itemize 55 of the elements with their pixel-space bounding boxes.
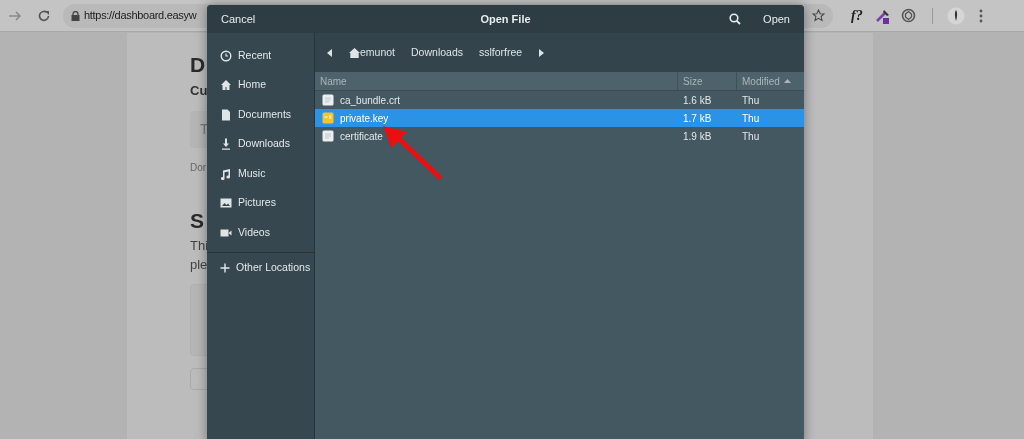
sidebar-item[interactable]: Downloads — [207, 129, 314, 159]
file-modified: Thu — [742, 129, 760, 144]
extension-text[interactable]: f? — [851, 5, 863, 26]
reload-icon[interactable] — [37, 8, 51, 23]
path-button[interactable]: emunot — [349, 44, 396, 61]
sidebar-item[interactable]: Videos — [207, 218, 314, 248]
right-arrow-icon[interactable] — [539, 48, 545, 57]
text-file-icon — [322, 94, 334, 106]
plus-icon — [220, 262, 230, 273]
sidebar-item[interactable]: Pictures — [207, 188, 314, 218]
picture-icon — [220, 197, 232, 210]
open-button[interactable]: Open — [763, 10, 790, 28]
file-row[interactable]: certificate 1.9 kB Thu — [315, 127, 804, 145]
sidebar-item[interactable]: Other Locations — [207, 252, 314, 283]
sidebar-item[interactable]: Recent — [207, 41, 314, 71]
sidebar-item[interactable]: Documents — [207, 100, 314, 130]
page-subheading: Cu — [190, 82, 208, 100]
menu-icon[interactable] — [978, 8, 983, 23]
path-button[interactable]: Downloads — [411, 44, 463, 61]
file-name: certificate — [340, 129, 383, 144]
cancel-button[interactable]: Cancel — [221, 10, 256, 28]
lock-icon — [71, 10, 80, 21]
document-icon — [220, 108, 232, 121]
file-modified: Thu — [742, 111, 760, 126]
file-size: 1.7 kB — [683, 111, 712, 126]
home-icon — [349, 47, 360, 58]
file-name: ca_bundle.crt — [340, 93, 401, 108]
left-arrow-icon[interactable] — [327, 48, 332, 57]
file-size: 1.9 kB — [683, 129, 712, 144]
url-text: https://dashboard.easyw — [84, 8, 197, 24]
download-icon — [220, 138, 232, 151]
text-file-icon — [322, 130, 334, 142]
paragraph-line: Thi — [190, 237, 209, 255]
file-row[interactable]: ca_bundle.crt 1.6 kB Thu — [315, 91, 804, 109]
file-modified: Thu — [742, 93, 760, 108]
hint-text: Dor — [190, 160, 207, 175]
sidebar-item[interactable]: Home — [207, 70, 314, 100]
sort-ascending-icon — [783, 79, 791, 83]
dialog-title: Open File — [480, 11, 531, 27]
paragraph-line: ple — [190, 256, 208, 274]
key-file-icon — [322, 112, 334, 124]
eyedropper-icon[interactable] — [874, 7, 891, 24]
avatar-icon[interactable] — [946, 6, 965, 25]
section-heading: S — [190, 207, 204, 234]
star-icon[interactable] — [812, 9, 825, 22]
file-size: 1.6 kB — [683, 93, 712, 108]
music-note-icon — [220, 167, 232, 180]
clock-icon — [220, 49, 232, 62]
home-icon — [220, 79, 232, 92]
page-heading: D — [190, 52, 206, 78]
arrow-annotation — [381, 124, 443, 180]
search-icon[interactable] — [729, 13, 742, 25]
sidebar-item[interactable]: Music — [207, 159, 314, 189]
path-button[interactable]: sslforfree — [479, 44, 523, 61]
file-name: private.key — [340, 111, 389, 126]
